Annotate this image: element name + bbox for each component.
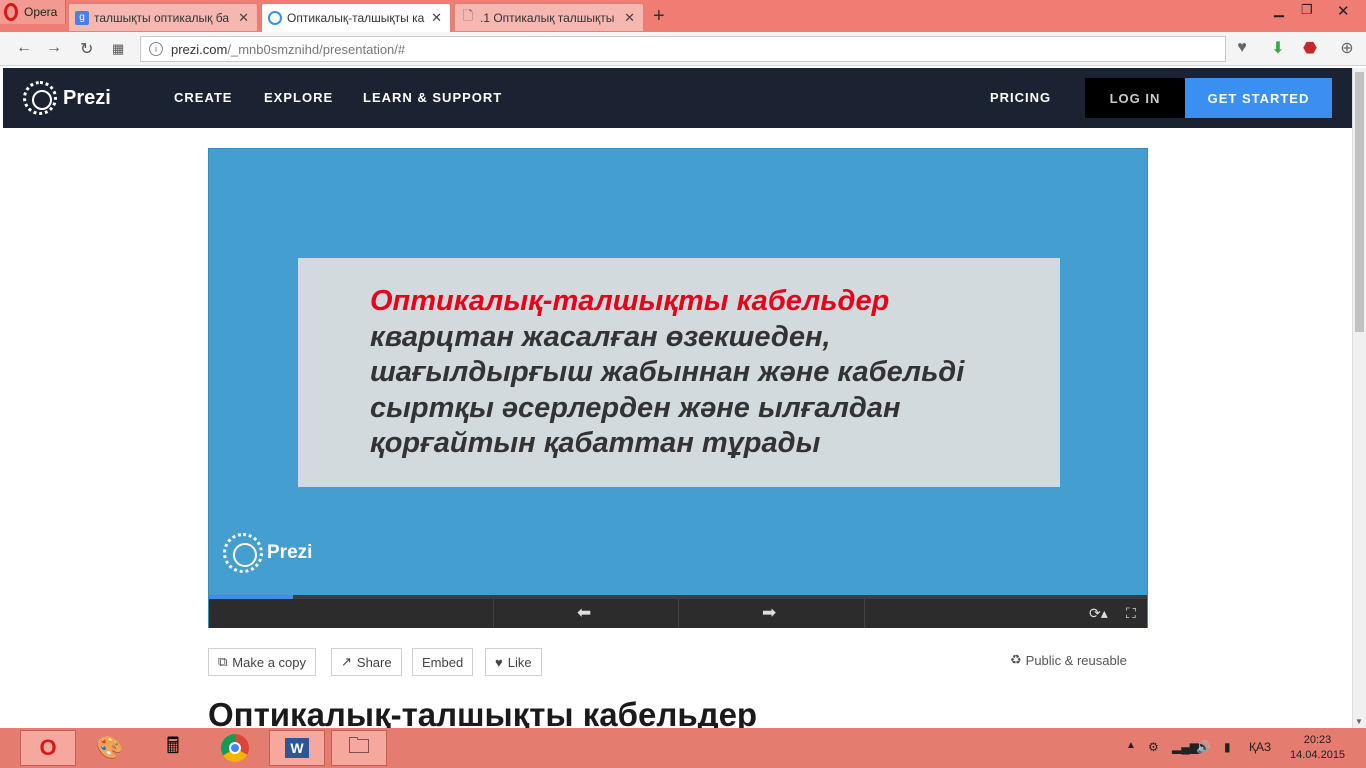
forward-icon[interactable]: → bbox=[46, 39, 62, 57]
language-indicator[interactable]: ҚАЗ bbox=[1249, 740, 1271, 754]
taskbar-explorer[interactable]: 🗀 bbox=[331, 730, 387, 766]
control-divider bbox=[493, 599, 494, 628]
public-reusable-text: Public & reusable bbox=[1025, 652, 1127, 668]
window-close-icon[interactable]: ✕ bbox=[1337, 2, 1350, 20]
prezi-logo-icon bbox=[223, 533, 263, 573]
slide-highlight-text: Оптикалық-талшықты кабельдер bbox=[370, 285, 890, 317]
clock-date: 14.04.2015 bbox=[1290, 749, 1346, 761]
close-icon[interactable]: ✕ bbox=[238, 10, 249, 26]
prezi-logo-icon bbox=[23, 81, 57, 115]
nav-learn-support[interactable]: LEARN & SUPPORT bbox=[363, 90, 502, 105]
folder-icon: 🗀 bbox=[347, 733, 370, 758]
fullscreen-icon[interactable]: ⛶ bbox=[1126, 605, 1136, 622]
prezi-header: Prezi CREATE EXPLORE LEARN & SUPPORT PRI… bbox=[3, 68, 1352, 128]
next-step-icon[interactable]: ➡ bbox=[762, 603, 776, 623]
scroll-down-icon[interactable]: ▼ bbox=[1355, 717, 1363, 726]
restore-icon[interactable]: ❐ bbox=[1301, 2, 1313, 18]
opera-menu-button[interactable]: Opera bbox=[0, 0, 66, 24]
tab-title: талшықты оптикалық ба bbox=[94, 10, 230, 25]
viewer-controls: ⬅ ➡ ⟳▴ ⛶ bbox=[209, 599, 1147, 628]
copy-icon: ⧉ bbox=[218, 654, 228, 669]
prezi-watermark: Prezi bbox=[223, 533, 312, 573]
like-label: Like bbox=[507, 654, 532, 670]
scrollbar-thumb[interactable] bbox=[1355, 72, 1364, 332]
embed-label: Embed bbox=[422, 654, 464, 670]
battery-icon[interactable]: ▮ bbox=[1224, 740, 1231, 754]
presentation-viewer[interactable]: Оптикалық-талшықты кабельдер кварцтан жа… bbox=[208, 148, 1148, 628]
public-reusable-label: ♻ Public & reusable bbox=[1010, 652, 1127, 668]
watermark-text: Prezi bbox=[267, 542, 313, 563]
taskbar-word[interactable]: W bbox=[269, 730, 325, 766]
page-scrollbar[interactable]: ▼ bbox=[1352, 68, 1366, 728]
tab-document[interactable]: 🗋 .1 Оптикалық талшықты ✕ bbox=[454, 3, 644, 31]
url-text: prezi.com/_mnb0smznihd/presentation/# bbox=[171, 41, 406, 57]
taskbar-calculator[interactable]: 🖩 bbox=[145, 730, 201, 766]
slide-body-text: кварцтан жасалған өзекшеден, шағылдырғыш… bbox=[370, 320, 965, 460]
autoplay-icon[interactable]: ⟳▴ bbox=[1089, 605, 1108, 622]
prezi-icon bbox=[268, 11, 282, 25]
taskbar: O 🎨 🖩 W 🗀 ▲ ⚙ ▂▄▆ 🔊 ▮ ҚАЗ 20:23 14.04.20… bbox=[0, 728, 1366, 768]
address-bar: ← → ↻ ▦ i prezi.com/_mnb0smznihd/present… bbox=[0, 32, 1366, 66]
make-copy-label: Make a copy bbox=[232, 654, 306, 670]
tray-network-app-icon[interactable]: ⚙ bbox=[1148, 740, 1159, 754]
prezi-logo[interactable]: Prezi bbox=[23, 81, 111, 115]
embed-button[interactable]: Embed bbox=[412, 648, 474, 676]
control-divider bbox=[864, 599, 865, 628]
taskbar-chrome[interactable] bbox=[207, 730, 263, 766]
back-icon[interactable]: ← bbox=[16, 39, 32, 57]
site-info-icon[interactable]: i bbox=[149, 42, 163, 56]
control-divider bbox=[678, 599, 679, 628]
download-extension-icon[interactable]: ⬇ bbox=[1267, 37, 1289, 59]
signal-icon[interactable]: ▂▄▆ bbox=[1172, 740, 1199, 754]
recycle-icon: ♻ bbox=[1010, 652, 1022, 667]
close-icon[interactable]: ✕ bbox=[431, 10, 442, 26]
word-icon: W bbox=[285, 738, 309, 758]
volume-icon[interactable]: 🔊 bbox=[1196, 740, 1211, 754]
slide-text: Оптикалық-талшықты кабельдер кварцтан жа… bbox=[370, 284, 1030, 462]
nav-create[interactable]: CREATE bbox=[174, 90, 232, 105]
slide-card: Оптикалық-талшықты кабельдер кварцтан жа… bbox=[298, 258, 1060, 487]
google-icon: g bbox=[75, 10, 89, 25]
share-label: Share bbox=[356, 654, 392, 670]
like-button[interactable]: ♥ Like bbox=[485, 648, 542, 676]
url-field[interactable]: i prezi.com/_mnb0smznihd/presentation/# bbox=[140, 36, 1226, 62]
heart-icon: ♥ bbox=[495, 654, 503, 670]
downloads-icon[interactable]: ⊕ bbox=[1336, 37, 1358, 59]
clock[interactable]: 20:23 14.04.2015 bbox=[1290, 733, 1345, 763]
tab-prezi[interactable]: Оптикалық-талшықты ка ✕ bbox=[261, 3, 451, 32]
tab-title: .1 Оптикалық талшықты bbox=[480, 10, 615, 25]
chrome-icon bbox=[221, 734, 249, 762]
document-icon: 🗋 bbox=[462, 7, 474, 23]
opera-logo-icon bbox=[4, 3, 18, 21]
prezi-logo-text: Prezi bbox=[63, 86, 111, 109]
tray-expand-icon[interactable]: ▲ bbox=[1126, 740, 1136, 751]
calculator-icon: 🖩 bbox=[166, 733, 180, 758]
nav-explore[interactable]: EXPLORE bbox=[264, 90, 333, 105]
close-icon[interactable]: ✕ bbox=[624, 10, 635, 26]
tab-google-search[interactable]: g талшықты оптикалық ба ✕ bbox=[68, 3, 258, 31]
taskbar-paint[interactable]: 🎨 bbox=[82, 730, 138, 766]
heart-icon[interactable]: ♥ bbox=[1231, 37, 1253, 59]
share-icon: ↗ bbox=[341, 654, 352, 669]
new-tab-button[interactable]: + bbox=[653, 5, 665, 28]
previous-step-icon[interactable]: ⬅ bbox=[577, 603, 591, 623]
tab-title: Оптикалық-талшықты ка bbox=[287, 11, 425, 25]
opera-logo-icon: O bbox=[39, 735, 57, 760]
login-button[interactable]: LOG IN bbox=[1085, 78, 1185, 118]
browser-tabstrip: Opera g талшықты оптикалық ба ✕ Оптикалы… bbox=[0, 0, 1366, 32]
minimize-icon[interactable]: ▁ bbox=[1274, 2, 1284, 18]
nav-pricing[interactable]: PRICING bbox=[990, 90, 1051, 105]
get-started-button[interactable]: GET STARTED bbox=[1185, 78, 1332, 118]
adblock-icon[interactable]: ⬣ bbox=[1299, 37, 1321, 59]
paint-icon: 🎨 bbox=[96, 735, 124, 760]
opera-label: Opera bbox=[24, 5, 58, 19]
clock-time: 20:23 bbox=[1303, 734, 1332, 746]
make-copy-button[interactable]: ⧉ Make a copy bbox=[208, 648, 316, 676]
share-button[interactable]: ↗ Share bbox=[331, 648, 402, 676]
reload-icon[interactable]: ↻ bbox=[80, 39, 93, 59]
taskbar-opera[interactable]: O bbox=[20, 730, 76, 766]
speed-dial-icon[interactable]: ▦ bbox=[112, 41, 124, 57]
